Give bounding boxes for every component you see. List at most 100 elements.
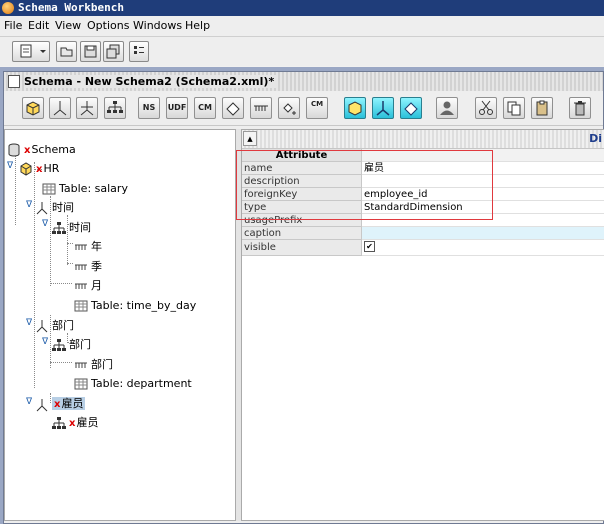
tree-node-dimension[interactable]: 时间 — [35, 200, 74, 216]
tree-node-level[interactable]: 部门 — [74, 357, 113, 373]
tree-node-label: Schema — [31, 143, 76, 156]
save-icon — [84, 45, 97, 58]
open-button[interactable] — [56, 41, 77, 62]
tree-node-dimension-selected[interactable]: x雇员 — [35, 396, 86, 412]
property-label: caption — [242, 227, 362, 240]
tree-node-label: 年 — [91, 240, 102, 253]
dimension-icon — [35, 398, 49, 412]
tree-node-level[interactable]: 年 — [74, 239, 102, 255]
property-value-visible[interactable]: ✔ — [362, 240, 604, 256]
add-calculated-member-button[interactable]: CM — [194, 97, 216, 119]
tree-node-dimension[interactable]: 部门 — [35, 318, 74, 334]
tree-collapse-toggle[interactable]: ᐁ — [26, 398, 33, 407]
menu-view[interactable]: View — [55, 19, 81, 32]
tree-node-label: HR — [43, 162, 60, 175]
app-title-bar: Schema Workbench — [0, 0, 604, 16]
tree-collapse-toggle[interactable]: ᐁ — [42, 220, 49, 229]
tree-node-label: 月 — [91, 279, 102, 292]
error-x-icon: x — [24, 145, 31, 156]
level-icon — [74, 279, 88, 293]
tree-connector — [50, 362, 72, 363]
trash-icon — [574, 101, 586, 116]
collapse-up-icon[interactable]: ▲ — [243, 131, 257, 146]
add-virtual-cube-button[interactable] — [344, 97, 366, 119]
tree-node-level[interactable]: 季 — [74, 259, 102, 275]
properties-header-title: Di — [589, 132, 602, 145]
add-cube-button[interactable] — [22, 97, 44, 119]
menu-windows[interactable]: Windows — [133, 19, 182, 32]
tree-node-label: 雇员 — [76, 416, 99, 429]
dimension-icon — [35, 201, 49, 215]
add-measure-button[interactable] — [222, 97, 244, 119]
level-icon — [254, 105, 268, 111]
tree-collapse-toggle[interactable]: ᐁ — [7, 162, 14, 171]
menu-options[interactable]: Options — [87, 19, 129, 32]
new-document-button[interactable] — [12, 41, 50, 62]
tree-collapse-toggle[interactable]: ᐁ — [26, 319, 33, 328]
tree-node-hierarchy[interactable]: x雇员 — [52, 415, 98, 431]
add-level-button[interactable] — [250, 97, 272, 119]
schema-tree[interactable]: ᐁ ᐁ ᐁ ᐁ ᐁ ᐁ xSchema xHR Table: salary 时间… — [4, 129, 236, 521]
save-as-button[interactable] — [103, 41, 124, 62]
tree-collapse-toggle[interactable]: ᐁ — [26, 201, 33, 210]
highlight-annotation-box — [236, 150, 493, 220]
menu-file[interactable]: File — [4, 19, 22, 32]
tree-node-hierarchy[interactable]: 时间 — [52, 220, 91, 236]
properties-header: ▲ Di — [242, 130, 604, 149]
tree-node-label: 季 — [91, 260, 102, 273]
tree-node-hierarchy[interactable]: 部门 — [52, 337, 91, 353]
dimension-icon — [35, 319, 49, 333]
add-role-button[interactable] — [436, 97, 458, 119]
tree-node-level[interactable]: 月 — [74, 278, 102, 294]
property-row-caption[interactable]: caption — [242, 227, 604, 240]
tree-node-label: Table: time_by_day — [91, 299, 197, 312]
property-icon — [283, 103, 296, 115]
clipboard-icon — [536, 100, 548, 116]
menu-help[interactable]: Help — [185, 19, 210, 32]
tree-node-schema[interactable]: xSchema — [7, 142, 76, 158]
visible-checkbox[interactable]: ✔ — [364, 240, 375, 252]
property-value-caption[interactable] — [362, 227, 604, 240]
delete-button[interactable] — [569, 97, 591, 119]
menu-edit[interactable]: Edit — [28, 19, 49, 32]
save-button[interactable] — [80, 41, 101, 62]
add-user-defined-function-button[interactable]: UDF — [166, 97, 188, 119]
tree-node-table[interactable]: Table: department — [74, 376, 192, 392]
hierarchy-icon — [107, 101, 123, 113]
add-dimension-usage-button[interactable] — [76, 97, 98, 119]
add-named-set-button[interactable]: NS — [138, 97, 160, 119]
cut-button[interactable] — [475, 97, 497, 119]
error-x-icon: x — [69, 418, 76, 429]
schema-window-title-bar[interactable]: Schema - New Schema2 (Schema2.xml)* — [4, 72, 603, 91]
add-virtual-measure-button[interactable] — [400, 97, 422, 119]
hierarchy-icon — [52, 221, 66, 235]
table-icon — [74, 377, 88, 391]
paste-button[interactable] — [531, 97, 553, 119]
hierarchy-icon — [52, 338, 66, 352]
add-property-button[interactable] — [278, 97, 300, 119]
preferences-button[interactable] — [129, 41, 149, 62]
level-icon — [74, 240, 88, 254]
copy-button[interactable] — [503, 97, 525, 119]
add-virtual-dimension-button[interactable] — [372, 97, 394, 119]
property-row-visible[interactable]: visible ✔ — [242, 240, 604, 256]
tree-connector — [67, 243, 73, 244]
table-icon — [42, 182, 56, 196]
add-dimension-button[interactable] — [49, 97, 71, 119]
tree-collapse-toggle[interactable]: ᐁ — [42, 338, 49, 347]
new-document-icon — [20, 44, 46, 58]
tree-node-label: 时间 — [52, 201, 74, 214]
tree-node-table[interactable]: Table: time_by_day — [74, 298, 196, 314]
calculated-member-label: CM — [310, 100, 324, 108]
add-hierarchy-button[interactable] — [104, 97, 126, 119]
tree-node-cube[interactable]: xHR — [19, 161, 59, 177]
virtual-measure-icon — [404, 102, 418, 116]
tree-connector — [67, 263, 73, 264]
document-icon — [8, 75, 20, 88]
schema-window: Schema - New Schema2 (Schema2.xml)* NS U… — [3, 71, 604, 524]
cube-icon — [26, 101, 40, 116]
tree-node-table[interactable]: Table: salary — [42, 181, 128, 197]
menu-bar: File Edit View Options Windows Help — [0, 16, 604, 37]
database-icon — [7, 143, 21, 157]
add-calculated-member-property-button[interactable]: CM — [306, 97, 328, 119]
